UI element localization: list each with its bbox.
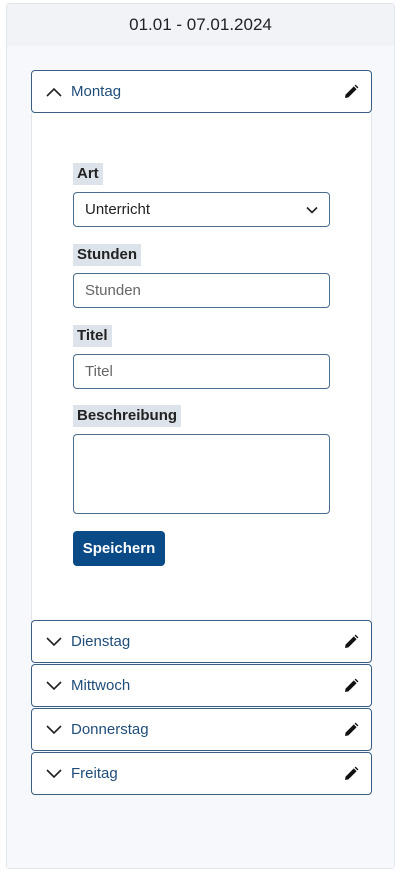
titel-placeholder: Titel — [85, 363, 113, 380]
chevron-up-icon — [45, 83, 63, 101]
day-header-mittwoch[interactable]: Mittwoch — [31, 664, 372, 707]
week-range-header: 01.01 - 07.01.2024 — [7, 4, 394, 46]
chevron-down-icon — [45, 633, 63, 651]
pencil-icon[interactable] — [341, 632, 361, 652]
stunden-input[interactable]: Stunden — [73, 273, 330, 308]
day-label: Freitag — [71, 765, 118, 782]
chevron-down-icon — [306, 201, 318, 218]
art-select-value: Unterricht — [85, 201, 151, 218]
day-label: Dienstag — [71, 633, 131, 650]
day-label: Mittwoch — [71, 677, 131, 694]
chevron-down-icon — [45, 721, 63, 739]
beschreibung-textarea[interactable] — [73, 434, 330, 514]
titel-label: Titel — [73, 325, 112, 347]
day-header-donnerstag[interactable]: Donnerstag — [31, 708, 372, 751]
day-panel-montag: Art Unterricht Stunden Stunden Titel Tit… — [31, 113, 372, 622]
titel-input[interactable]: Titel — [73, 354, 330, 389]
chevron-down-icon — [45, 765, 63, 783]
pencil-icon[interactable] — [341, 764, 361, 784]
day-header-dienstag[interactable]: Dienstag — [31, 620, 372, 663]
pencil-icon[interactable] — [341, 82, 361, 102]
beschreibung-label: Beschreibung — [73, 405, 182, 427]
pencil-icon[interactable] — [341, 720, 361, 740]
pencil-icon[interactable] — [341, 676, 361, 696]
day-header-freitag[interactable]: Freitag — [31, 752, 372, 795]
art-select[interactable]: Unterricht — [73, 192, 330, 227]
week-range-label: 01.01 - 07.01.2024 — [129, 15, 272, 34]
stunden-placeholder: Stunden — [85, 282, 141, 299]
day-header-montag[interactable]: Montag — [31, 70, 372, 113]
day-label: Montag — [71, 83, 122, 100]
week-card: 01.01 - 07.01.2024 Montag Art Unterricht… — [6, 3, 395, 869]
stunden-label: Stunden — [73, 244, 141, 266]
chevron-down-icon — [45, 677, 63, 695]
art-label: Art — [73, 163, 103, 185]
day-label: Donnerstag — [71, 721, 149, 738]
save-button[interactable]: Speichern — [73, 531, 165, 566]
